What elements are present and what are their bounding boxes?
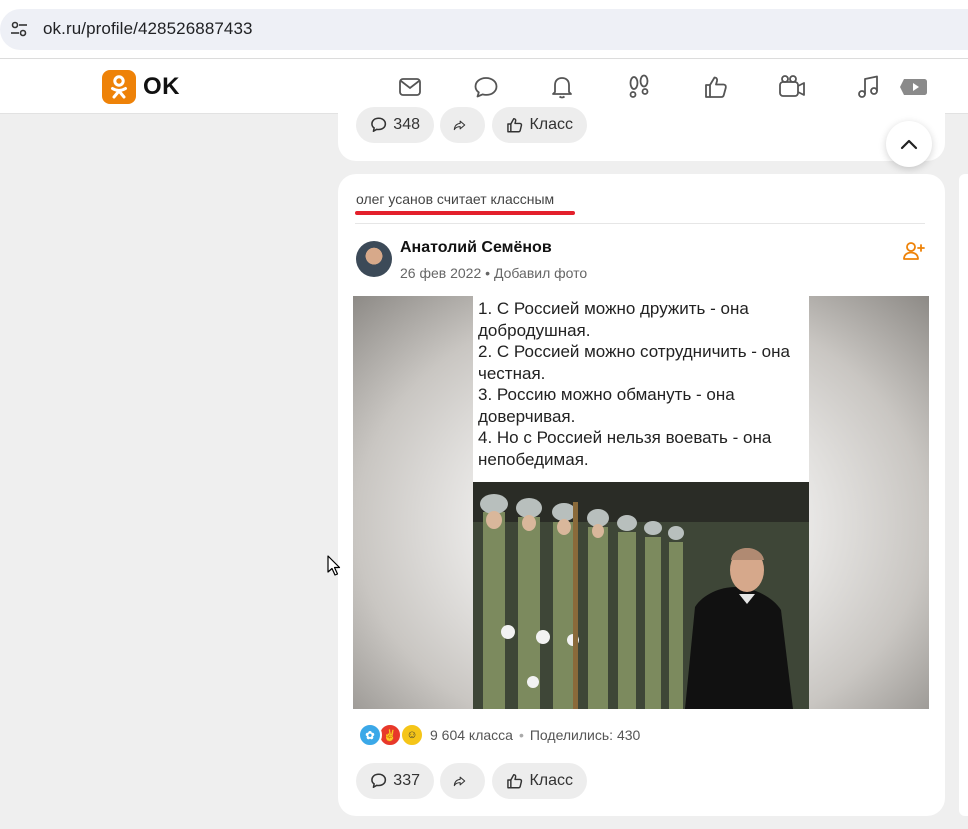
comments-button[interactable]: 337 <box>356 763 434 799</box>
divider <box>355 223 925 224</box>
activity-underline <box>355 211 575 215</box>
avatar[interactable] <box>356 241 392 277</box>
video-icon[interactable] <box>900 73 928 101</box>
photo-content: 1. С Россией можно дружить - она доброду… <box>473 296 809 709</box>
share-button[interactable] <box>440 107 485 143</box>
bell-icon[interactable] <box>548 73 576 101</box>
reaction-laugh-icon: ☺ <box>400 723 424 747</box>
music-icon[interactable] <box>854 73 882 101</box>
photo-text-line: 2. С Россией можно сотрудничить - она че… <box>478 342 790 383</box>
activity-header[interactable]: олег усанов считает классным <box>356 191 554 207</box>
class-button[interactable]: Класс <box>492 763 587 799</box>
classes-count[interactable]: 9 604 класса <box>430 727 513 743</box>
footprints-icon[interactable] <box>625 73 653 101</box>
share-icon <box>453 120 466 131</box>
ok-logo[interactable]: OK <box>102 69 180 105</box>
scroll-to-top-button[interactable] <box>886 121 932 167</box>
reaction-flower-icon: ✿ <box>358 723 382 747</box>
chat-icon[interactable] <box>472 73 500 101</box>
author-name[interactable]: Анатолий Семёнов <box>400 239 552 257</box>
photo-image <box>473 482 809 709</box>
right-column-edge <box>959 174 968 816</box>
feed-post-card: олег усанов считает классным Анатолий Се… <box>338 174 945 816</box>
class-button[interactable]: Класс <box>492 107 587 143</box>
post-photo[interactable]: 1. С Россией можно дружить - она доброду… <box>353 296 929 709</box>
url-field[interactable]: ok.ru/profile/428526887433 <box>0 9 968 50</box>
comments-button[interactable]: 348 <box>356 107 434 143</box>
ok-logo-icon <box>102 70 136 104</box>
comment-icon <box>371 117 387 133</box>
photo-text-line: 3. Россию можно обмануть - она доверчива… <box>478 385 735 426</box>
post-meta: 26 фев 2022 • Добавил фото <box>400 265 587 281</box>
url-text[interactable]: ok.ru/profile/428526887433 <box>43 19 253 39</box>
post-action: Добавил фото <box>493 265 588 281</box>
chevron-up-icon <box>900 139 918 150</box>
logo-text: OK <box>143 73 180 100</box>
add-friend-icon[interactable] <box>903 241 925 261</box>
tune-icon[interactable] <box>10 20 28 38</box>
share-icon <box>453 776 466 787</box>
class-label: Класс <box>529 772 573 789</box>
camera-icon[interactable] <box>778 73 806 101</box>
comments-count: 337 <box>393 772 420 789</box>
thumbs-up-icon <box>507 773 523 789</box>
share-button[interactable] <box>440 763 485 799</box>
photo-text-line: 4. Но с Россией нельзя воевать - она неп… <box>478 428 772 469</box>
post-stats: 9 604 класса • Поделились: 430 <box>430 727 640 743</box>
comments-count: 348 <box>393 116 420 133</box>
reactions-summary[interactable]: ✿ ✌ ☺ <box>358 723 424 747</box>
class-label: Класс <box>529 116 573 133</box>
shares-count[interactable]: Поделились: 430 <box>530 727 640 743</box>
previous-post-card: 348 Класс <box>338 100 945 161</box>
post-date[interactable]: 26 фев 2022 <box>400 265 481 281</box>
photo-caption-text: 1. С Россией можно дружить - она доброду… <box>478 298 804 470</box>
thumbs-up-icon[interactable] <box>702 73 730 101</box>
meta-separator: • <box>485 265 491 281</box>
thumbs-up-icon <box>507 117 523 133</box>
photo-text-line: 1. С Россией можно дружить - она доброду… <box>478 299 749 340</box>
browser-address-bar: ok.ru/profile/428526887433 <box>0 0 968 58</box>
mouse-cursor-icon <box>327 555 341 576</box>
stats-separator: • <box>518 727 524 743</box>
comment-icon <box>371 773 387 789</box>
mail-icon[interactable] <box>396 73 424 101</box>
